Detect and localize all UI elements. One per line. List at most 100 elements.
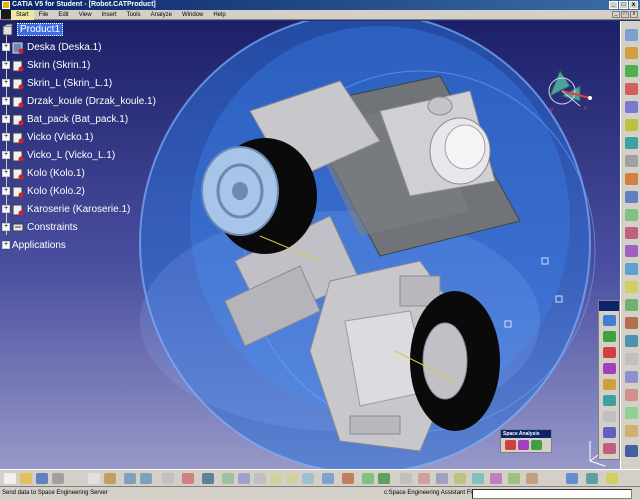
lighting-icon[interactable] (606, 473, 618, 484)
tree-root-label[interactable]: Product1 (17, 22, 64, 36)
sphere-icon[interactable] (603, 331, 616, 342)
fix-icon[interactable] (625, 299, 638, 311)
check-icon[interactable] (508, 473, 520, 484)
menu-start[interactable]: Start (11, 9, 34, 20)
3d-viewport[interactable]: Product1 + Deska (Deska.1) + Skrin (Skri… (0, 21, 620, 469)
tree-item-kolo-2[interactable]: + Kolo (Kolo.2) (2, 183, 85, 199)
menu-help[interactable]: Help (208, 10, 230, 20)
cylinder-icon[interactable] (603, 347, 616, 358)
numbering-icon[interactable] (625, 137, 638, 149)
catia-app-icon[interactable] (2, 1, 10, 9)
sectioning-icon[interactable] (518, 440, 529, 450)
part-icon[interactable] (625, 65, 638, 77)
catalog-icon[interactable] (625, 425, 638, 437)
plane-icon[interactable] (603, 395, 616, 406)
axis-icon[interactable] (603, 379, 616, 390)
cube-view-icon[interactable] (566, 473, 578, 484)
expand-toggle[interactable]: + (2, 223, 10, 231)
normal-view-icon[interactable] (302, 473, 314, 484)
cube-icon[interactable] (603, 315, 616, 326)
explode-icon[interactable] (625, 191, 638, 203)
measure-icon[interactable] (625, 371, 638, 383)
doc-close-button[interactable]: x (630, 11, 638, 18)
expand-toggle[interactable]: + (2, 241, 10, 249)
tree-item-constraints[interactable]: + Constraints (2, 219, 78, 235)
angle-icon[interactable] (625, 281, 638, 293)
analysis-icon[interactable] (418, 473, 430, 484)
expand-toggle[interactable]: + (2, 151, 10, 159)
fit-all-icon[interactable] (222, 473, 234, 484)
component-icon[interactable] (625, 47, 638, 59)
knowledge-icon[interactable] (454, 473, 466, 484)
contact-icon[interactable] (625, 245, 638, 257)
paste-icon[interactable] (104, 473, 116, 484)
doc-restore-button[interactable]: □ (621, 11, 629, 18)
snap-icon[interactable] (625, 173, 638, 185)
graph-tree-icon[interactable] (625, 119, 638, 131)
zoom-in-icon[interactable] (270, 473, 282, 484)
rules-icon[interactable] (490, 473, 502, 484)
clash-icon[interactable] (505, 440, 516, 450)
tree-root[interactable]: Product1 (2, 21, 64, 37)
reuse-pattern-icon[interactable] (625, 353, 638, 365)
cone-icon[interactable] (603, 363, 616, 374)
formula-icon[interactable] (162, 473, 174, 484)
manipulation-icon[interactable] (625, 155, 638, 167)
expand-toggle[interactable]: + (2, 61, 10, 69)
maximize-button[interactable]: □ (619, 1, 628, 9)
compass-widget[interactable]: y x (540, 66, 600, 126)
hide-show-icon[interactable] (362, 473, 374, 484)
replace-icon[interactable] (625, 101, 638, 113)
render-icon[interactable] (603, 427, 616, 438)
expand-toggle[interactable]: + (2, 79, 10, 87)
measure-item-icon[interactable] (182, 473, 194, 484)
tree-item-applications[interactable]: + Applications (2, 237, 66, 253)
catalog-browser-icon[interactable] (436, 473, 448, 484)
tree-item-vicko-l[interactable]: + Vicko_L (Vicko_L.1) (2, 147, 115, 163)
expand-toggle[interactable]: + (2, 133, 10, 141)
save-icon[interactable] (36, 473, 48, 484)
reaction-icon[interactable] (526, 473, 538, 484)
swap-space-icon[interactable] (378, 473, 390, 484)
catia-logo-icon[interactable] (1, 10, 11, 19)
rotate-icon[interactable] (254, 473, 266, 484)
expand-toggle[interactable]: + (2, 187, 10, 195)
iso-view-icon[interactable] (322, 473, 334, 484)
doc-minimize-button[interactable]: _ (612, 11, 620, 18)
menu-insert[interactable]: Insert (97, 10, 122, 20)
tools-icon[interactable] (400, 473, 412, 484)
expand-toggle[interactable]: + (2, 115, 10, 123)
redo-icon[interactable] (140, 473, 152, 484)
cut-icon[interactable] (72, 473, 84, 484)
command-input[interactable] (472, 489, 632, 499)
copy-icon[interactable] (88, 473, 100, 484)
tree-item-skrin-l[interactable]: + Skrin_L (Skrin_L.1) (2, 75, 112, 91)
tree-item-skrin[interactable]: + Skrin (Skrin.1) (2, 57, 90, 73)
expand-toggle[interactable]: + (2, 97, 10, 105)
menu-view[interactable]: View (74, 10, 97, 20)
expand-toggle[interactable]: + (2, 205, 10, 213)
print-icon[interactable] (52, 473, 64, 484)
catia-logo-icon[interactable] (625, 445, 638, 457)
parameters-icon[interactable] (472, 473, 484, 484)
expand-toggle[interactable]: + (2, 43, 10, 51)
fix-together-icon[interactable] (625, 317, 638, 329)
coincidence-icon[interactable] (625, 227, 638, 239)
tree-item-drzak-koule[interactable]: + Drzak_koule (Drzak_koule.1) (2, 93, 156, 109)
tree-item-bat-pack[interactable]: + Bat_pack (Bat_pack.1) (2, 111, 128, 127)
scene-icon[interactable] (625, 389, 638, 401)
product-structure-icon[interactable] (625, 29, 638, 41)
pan-icon[interactable] (238, 473, 250, 484)
menu-analyze[interactable]: Analyze (146, 10, 177, 20)
close-button[interactable]: x (629, 1, 638, 9)
minimize-button[interactable]: _ (609, 1, 618, 9)
undo-icon[interactable] (124, 473, 136, 484)
open-icon[interactable] (20, 473, 32, 484)
tree-item-karoserie[interactable]: + Karoserie (Karoserie.1) (2, 201, 130, 217)
shading-icon[interactable] (586, 473, 598, 484)
new-icon[interactable] (4, 473, 16, 484)
existing-component-icon[interactable] (625, 83, 638, 95)
expand-toggle[interactable]: + (2, 169, 10, 177)
update-icon[interactable] (625, 335, 638, 347)
offset-icon[interactable] (625, 263, 638, 275)
